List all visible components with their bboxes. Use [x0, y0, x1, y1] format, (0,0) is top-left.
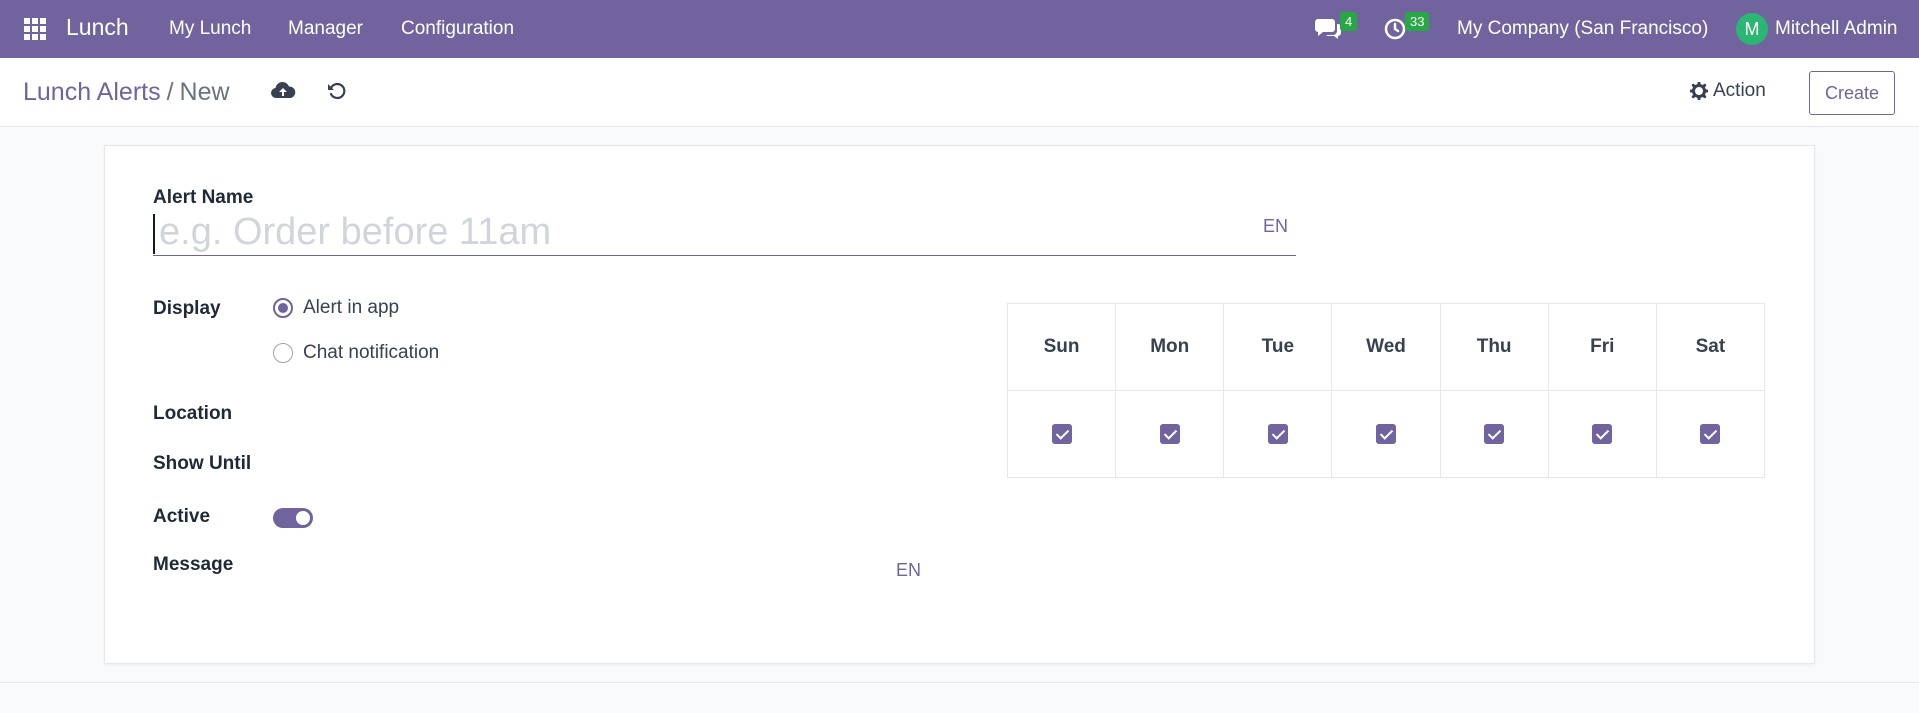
day-checkbox-thu[interactable] [1484, 424, 1505, 444]
location-label: Location [153, 403, 233, 424]
day-checkbox-sat[interactable] [1700, 424, 1721, 444]
apps-menu-icon[interactable] [24, 18, 46, 40]
chat-notification-label: Chat notification [303, 342, 440, 363]
chat-notification-radio[interactable] [273, 343, 293, 363]
clock-icon [1384, 18, 1406, 40]
alert-name-translate-button[interactable]: EN [1263, 216, 1288, 237]
form-sheet: Alert Name EN Display Alert in app Chat … [104, 145, 1815, 664]
day-checkbox-mon[interactable] [1159, 424, 1180, 444]
weekdays-table: Sun Mon Tue Wed Thu Fri Sat [1006, 303, 1766, 478]
day-checkbox-fri[interactable] [1592, 424, 1613, 444]
alert-name-field [153, 210, 1296, 256]
day-cell-tue [1223, 390, 1333, 478]
activities-count-badge: 33 [1405, 12, 1430, 31]
display-label: Display [153, 298, 221, 319]
alert-in-app-radio[interactable] [273, 298, 293, 318]
cloud-upload-icon [271, 81, 296, 98]
control-panel: Lunch Alerts / New Action Create [0, 58, 1919, 127]
message-label: Message [153, 554, 234, 575]
activities-button[interactable]: 33 [1383, 12, 1439, 44]
action-dropdown-button[interactable]: Action [1690, 80, 1766, 102]
breadcrumb-separator: / [166, 78, 174, 106]
day-header-sun: Sun [1006, 303, 1117, 391]
discard-button[interactable] [326, 80, 352, 106]
menu-my-lunch[interactable]: My Lunch [169, 18, 251, 40]
day-checkbox-sun[interactable] [1051, 424, 1072, 444]
create-button[interactable]: Create [1809, 71, 1895, 115]
messages-count-badge: 4 [1340, 12, 1358, 31]
active-toggle[interactable] [273, 508, 313, 528]
day-checkbox-wed[interactable] [1375, 424, 1396, 444]
day-header-tue: Tue [1223, 303, 1333, 391]
show-until-label: Show Until [153, 453, 252, 474]
menu-manager[interactable]: Manager [288, 18, 363, 40]
chat-icon [1315, 19, 1341, 39]
app-brand[interactable]: Lunch [66, 14, 129, 41]
bottom-divider [0, 682, 1919, 683]
messages-button[interactable]: 4 [1314, 12, 1360, 44]
display-option-chat-notification[interactable]: Chat notification [273, 342, 439, 364]
active-label: Active [153, 506, 211, 527]
breadcrumb: Lunch Alerts / New [23, 78, 230, 107]
day-header-mon: Mon [1115, 303, 1225, 391]
breadcrumb-current: New [179, 78, 230, 106]
menu-configuration[interactable]: Configuration [401, 18, 514, 40]
breadcrumb-lunch-alerts[interactable]: Lunch Alerts [23, 78, 161, 106]
day-header-fri: Fri [1547, 303, 1657, 391]
alert-name-input[interactable] [153, 210, 1296, 255]
alert-in-app-label: Alert in app [303, 297, 400, 318]
gear-icon [1690, 82, 1708, 100]
day-cell-mon [1115, 390, 1225, 478]
message-translate-button[interactable]: EN [896, 560, 921, 581]
day-cell-thu [1439, 390, 1549, 478]
alert-name-label: Alert Name [153, 187, 254, 208]
day-checkbox-tue[interactable] [1267, 424, 1288, 444]
day-header-sat: Sat [1655, 303, 1766, 391]
day-cell-sun [1006, 390, 1117, 478]
action-label: Action [1713, 80, 1766, 101]
day-cell-wed [1331, 390, 1441, 478]
day-header-wed: Wed [1331, 303, 1441, 391]
user-menu[interactable]: Mitchell Admin [1775, 18, 1898, 40]
user-avatar[interactable]: M [1736, 13, 1768, 45]
day-cell-sat [1655, 390, 1766, 478]
save-button[interactable] [270, 80, 296, 106]
day-cell-fri [1547, 390, 1657, 478]
text-caret [153, 214, 155, 254]
top-navbar: Lunch My Lunch Manager Configuration 4 3… [0, 0, 1919, 58]
display-option-alert-in-app[interactable]: Alert in app [273, 297, 399, 319]
day-header-thu: Thu [1439, 303, 1549, 391]
company-switcher[interactable]: My Company (San Francisco) [1457, 18, 1708, 40]
undo-icon [328, 82, 346, 100]
